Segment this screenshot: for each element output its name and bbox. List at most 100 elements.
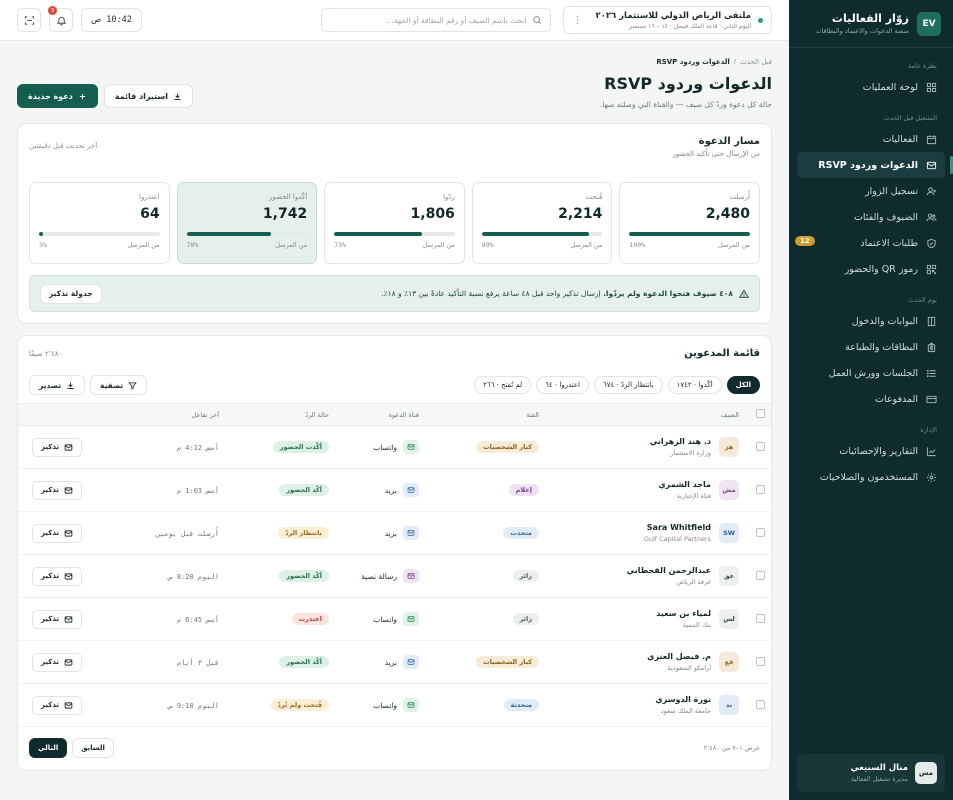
sidebar-item-chart[interactable]: التقارير والإحصائيات [797,438,945,464]
table-row[interactable]: فع م. فيصل العنزي أرامكو السعودية كبار الشخ… [18,640,771,684]
breadcrumb-parent[interactable]: قبل الحدث [740,58,772,66]
channel-label: واتساب [373,442,397,452]
last-interaction: أمس 6:45 م [176,615,219,624]
sidebar-item-qr[interactable]: رموز QR والحضور [797,256,945,282]
qr-icon [926,264,937,274]
search-input[interactable] [330,15,527,25]
sidebar-item-list[interactable]: الجلسات وورش العمل [797,360,945,386]
column-header-status[interactable]: حالة الردّ [225,403,335,426]
search-box[interactable] [321,8,552,32]
status-cell: أكّدت الحضور [225,425,335,469]
filter-chip[interactable]: الكل [726,376,760,394]
funnel-stage[interactable]: أُرسلت 2,480 من المرسل 100% [619,182,760,264]
column-header-category[interactable]: الفئة [425,403,545,426]
more-vertical-icon[interactable]: ⋮ [572,15,582,26]
next-page-button[interactable]: التالي [29,738,68,758]
remind-button[interactable]: تذكير [32,695,82,715]
table-row[interactable]: هز د. هند الزهراني وزارة الاستثمار كبار الش… [18,425,771,469]
sidebar-item-mail[interactable]: الدعوات وردود RSVP [797,152,953,178]
select-all-checkbox[interactable] [756,409,765,418]
export-button[interactable]: تصدير [29,375,86,395]
filter-button[interactable]: تصفية [90,375,148,395]
table-row[interactable]: SW Sara Whitfield Gulf Capital Partners متح… [18,511,771,555]
guest-name[interactable]: نورة الدوسري [655,695,711,704]
funnel-stage[interactable]: أكّدوا الحضور 1,742 من المرسل 70% [176,182,318,264]
sidebar-item-badge[interactable]: البطاقات والطباعة [797,334,945,360]
sidebar-item-label: الضيوف والفئات [853,211,918,223]
row-select-cell [745,554,771,598]
channel-cell: بريد [335,468,425,512]
stage-of-label: من المرسل [422,241,455,249]
guest-name[interactable]: عبدالرحمن القحطاني [627,566,711,575]
notifications-button[interactable]: 3 [48,6,73,32]
guest-name[interactable]: د. هند الزهراني [650,437,711,446]
sidebar-item-label: طلبات الاعتماد [860,237,918,249]
clock: 10:42 ص [81,8,142,32]
guest-name[interactable]: ماجد الشمري [658,480,711,489]
funnel-stage[interactable]: فُتحت 2,214 من المرسل 89% [471,182,613,264]
filter-chip[interactable]: أكّدوا · ١٧٤٢ [667,376,722,394]
channel-label: واتساب [373,614,397,624]
guest-name[interactable]: م. فيصل العنزي [647,652,711,661]
table-row[interactable]: ند نورة الدوسري جامعة الملك سعود متحدثة واتس… [18,683,771,727]
last-interaction-cell: اليوم 8:20 ص [88,554,225,598]
scan-button[interactable] [17,8,41,32]
column-header-guest[interactable]: الضيف [545,403,745,426]
table-row[interactable]: مش ماجد الشمري قناة الإخبارية إعلام بريد أكّد… [18,468,771,512]
user-card[interactable]: مس منال السبيعي مديرة تشغيل الفعالية [797,754,945,792]
row-checkbox[interactable] [756,613,765,623]
stage-label: أكّدوا الحضور [269,193,308,201]
sidebar-item-calendar[interactable]: الفعاليات [797,126,945,152]
column-header-last-interaction[interactable]: آخر تفاعل [88,403,225,426]
filter-chip[interactable]: لم تُفتح · ٢٦٦ [474,376,532,394]
filter-chip[interactable]: اعتذروا · ٦٤ [536,376,589,394]
remind-button[interactable]: تذكير [32,566,82,586]
sidebar-item-gear[interactable]: المستخدمون والصلاحيات [797,464,945,490]
page-title: الدعوات وردود RSVP [604,74,772,93]
last-interaction: أمس 1:03 م [176,486,219,495]
sidebar-item-shield[interactable]: طلبات الاعتماد 12 [795,230,945,256]
alert-text: ٤٠٨ ضيوف فتحوا الدعوة ولم يردّوا. إرسال … [108,289,733,298]
envelope-icon [64,529,73,537]
sidebar-item-door[interactable]: البوابات والدخول [797,308,945,334]
row-checkbox[interactable] [756,527,765,537]
last-interaction-cell: قبل ٣ أيام [88,640,225,684]
row-checkbox[interactable] [756,570,765,580]
guest-organization: جامعة الملك سعود [660,707,711,715]
remind-button[interactable]: تذكير [32,437,82,457]
dashboard-icon [926,82,937,92]
row-checkbox[interactable] [756,699,765,709]
prev-page-button[interactable]: السابق [72,738,114,758]
stage-label: ردّوا [442,193,455,201]
row-checkbox[interactable] [756,441,765,451]
sidebar-item-user-plus[interactable]: تسجيل الزوار [797,178,945,204]
funnel-stage[interactable]: ردّوا 1,806 من المرسل 73% [324,182,465,264]
schedule-reminder-button[interactable]: جدولة تذكير [40,283,102,304]
remind-button[interactable]: تذكير [32,523,82,543]
filter-chip[interactable]: بانتظار الردّ · ٦٧٤ [594,376,663,394]
remind-button[interactable]: تذكير [32,609,82,629]
table-row[interactable]: لس لمياء بن سعيد بنك التنمية زائر واتساب اعتذ… [18,597,771,641]
new-invitation-button[interactable]: دعوة جديدة [17,84,98,108]
guest-avatar: فع [719,652,739,672]
sidebar-item-dashboard[interactable]: لوحة العمليات [797,74,945,100]
status-badge: أكّد الحضور [279,484,329,496]
guest-name[interactable]: Sara Whitfield [644,523,711,532]
row-checkbox[interactable] [756,656,765,666]
nav-section-title: الإدارة [920,426,937,434]
envelope-icon [407,487,415,493]
remind-button[interactable]: تذكير [32,480,82,500]
import-list-button[interactable]: استيراد قائمة [103,84,194,108]
sidebar-item-card[interactable]: المدفوعات [797,386,945,412]
sidebar-item-label: رموز QR والحضور [844,263,918,275]
event-selector[interactable]: ملتقى الرياض الدولي للاستثمار ٢٠٢٦ اليوم… [563,6,772,34]
row-checkbox[interactable] [756,484,765,494]
guest-name[interactable]: لمياء بن سعيد [656,609,711,618]
page-subtitle: حالة كل دعوة وردّ كل ضيف — والقناة التي … [600,100,772,109]
column-header-channel[interactable]: قناة الدعوة [335,403,425,426]
remind-button[interactable]: تذكير [32,652,82,672]
sidebar-item-label: الفعاليات [882,133,918,145]
table-row[interactable]: عق عبدالرحمن القحطاني غرفة الرياض زائر رسالة… [18,554,771,598]
funnel-stage[interactable]: اعتذروا 64 من المرسل 3% [29,182,170,264]
sidebar-item-users[interactable]: الضيوف والفئات [797,204,945,230]
